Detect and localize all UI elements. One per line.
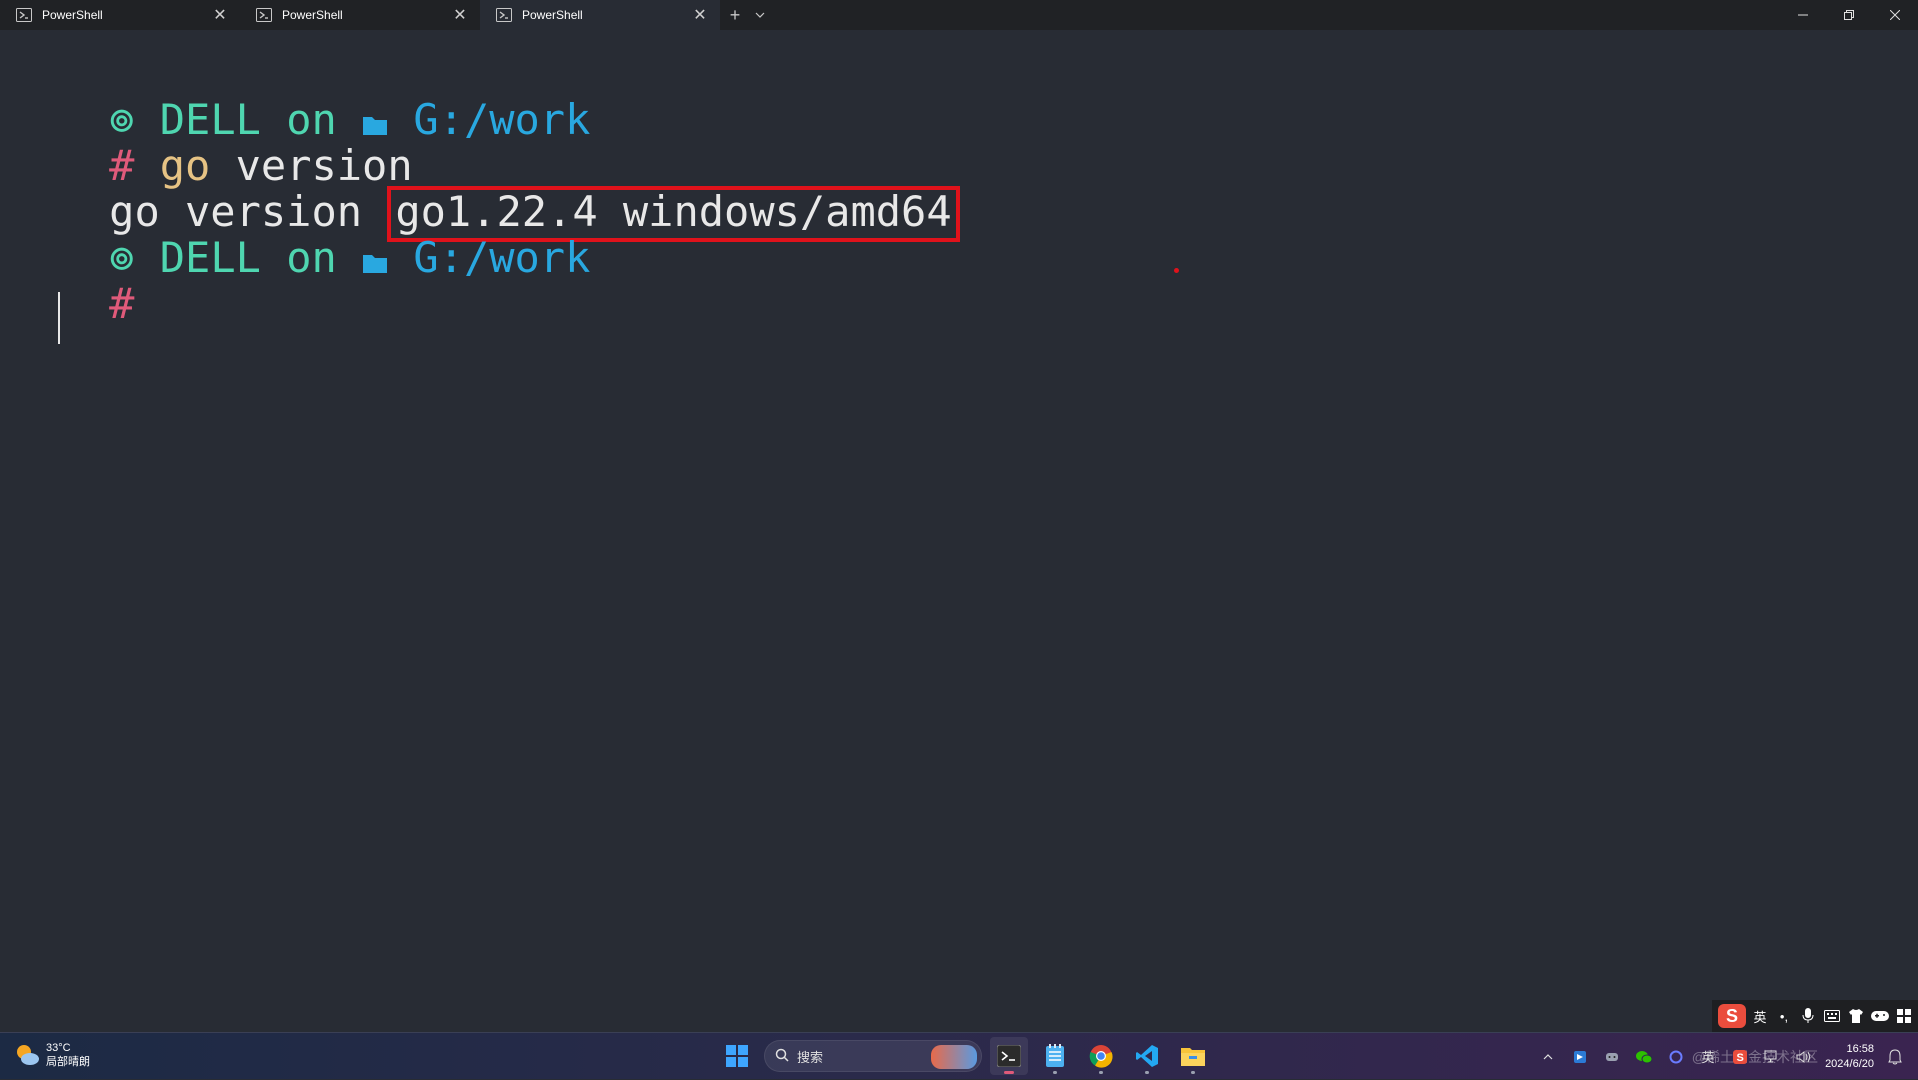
tab-powershell-2[interactable]: PowerShell ✕ — [240, 0, 480, 30]
window-controls — [1780, 0, 1918, 30]
prompt-line: ⊚ DELL on G:/work — [8, 42, 590, 144]
close-icon[interactable]: ✕ — [688, 3, 712, 27]
folder-icon — [1181, 1048, 1205, 1066]
notepad-icon — [1046, 1044, 1064, 1067]
tab-label: PowerShell — [282, 8, 343, 22]
vscode-icon — [1136, 1045, 1158, 1067]
tray-app-circle-icon[interactable] — [1661, 1042, 1691, 1072]
taskbar-search[interactable]: 搜索 — [764, 1040, 982, 1072]
search-highlight-image — [931, 1045, 977, 1069]
tab-powershell-3[interactable]: PowerShell ✕ — [480, 0, 720, 30]
restore-button[interactable] — [1826, 0, 1872, 30]
folder-icon — [362, 233, 388, 282]
close-icon[interactable]: ✕ — [208, 3, 232, 27]
text-cursor — [58, 292, 60, 344]
system-clock[interactable]: 16:58 2024/6/20 — [1821, 1042, 1878, 1072]
close-icon — [1890, 10, 1900, 20]
weather-widget[interactable]: 33°C 局部晴朗 — [14, 1041, 90, 1069]
chevron-down-icon — [755, 12, 765, 18]
weather-description: 局部晴朗 — [46, 1056, 90, 1068]
prompt-line: ⊚ DELL on G:/work — [8, 180, 590, 282]
tab-label: PowerShell — [42, 8, 103, 22]
svg-text:S: S — [1737, 1052, 1744, 1064]
terminal-output[interactable]: ⊚ DELL on G:/work # go version go versio… — [0, 30, 1918, 1030]
weather-temperature: 33°C — [46, 1042, 71, 1054]
ime-punctuation-toggle[interactable]: •, — [1774, 1004, 1794, 1028]
ime-language-toggle[interactable]: 英 — [1750, 1004, 1770, 1028]
keyboard-icon[interactable] — [1822, 1004, 1842, 1028]
terminal-app-button[interactable] — [990, 1037, 1028, 1075]
skin-icon[interactable] — [1846, 1004, 1866, 1028]
gamepad-icon[interactable] — [1870, 1004, 1890, 1028]
prompt-hash: # — [109, 279, 135, 328]
tab-label: PowerShell — [522, 8, 583, 22]
file-explorer-app-button[interactable] — [1174, 1037, 1212, 1075]
sogou-tray-icon[interactable]: S — [1725, 1042, 1755, 1072]
prompt-user: DELL — [159, 233, 261, 282]
tray-app-gamepad-icon[interactable] — [1597, 1042, 1627, 1072]
command-line: # go version — [8, 88, 412, 190]
terminal-icon — [997, 1045, 1021, 1067]
command-line: # — [8, 226, 134, 328]
chrome-app-button[interactable] — [1082, 1037, 1120, 1075]
weather-sunny-cloudy-icon — [14, 1042, 40, 1068]
close-icon[interactable]: ✕ — [448, 3, 472, 27]
prompt-on: on — [286, 233, 337, 282]
search-placeholder: 搜索 — [797, 1049, 824, 1065]
input-language-indicator[interactable]: 英 — [1693, 1042, 1723, 1072]
notification-bell-icon[interactable] — [1880, 1042, 1910, 1072]
menu-grid-icon[interactable] — [1894, 1004, 1914, 1028]
powershell-icon — [496, 8, 512, 22]
network-icon[interactable] — [1757, 1042, 1787, 1072]
system-tray: 英 S 16:58 2024/6/20 — [1533, 1033, 1918, 1080]
clock-date: 2024/6/20 — [1825, 1057, 1874, 1070]
taskbar-center: 搜索 — [718, 1037, 1212, 1075]
volume-icon[interactable] — [1789, 1042, 1819, 1072]
tab-powershell-1[interactable]: PowerShell ✕ — [0, 0, 240, 30]
minimize-button[interactable] — [1780, 0, 1826, 30]
sogou-logo-icon[interactable]: S — [1718, 1004, 1746, 1028]
notepad-app-button[interactable] — [1036, 1037, 1074, 1075]
wechat-icon[interactable] — [1629, 1042, 1659, 1072]
new-tab-button[interactable]: + — [720, 0, 750, 30]
tab-dropdown-button[interactable] — [750, 0, 770, 30]
ime-toolbar: S 英 •, — [1712, 1000, 1918, 1032]
windows-icon — [726, 1045, 748, 1067]
powershell-icon — [256, 8, 272, 22]
microphone-icon[interactable] — [1798, 1004, 1818, 1028]
search-icon — [775, 1048, 789, 1065]
clock-time: 16:58 — [1846, 1042, 1874, 1055]
chrome-icon — [1089, 1045, 1113, 1068]
vscode-app-button[interactable] — [1128, 1037, 1166, 1075]
powershell-icon — [16, 8, 32, 22]
tray-app-blue-icon[interactable] — [1565, 1042, 1595, 1072]
taskbar: 33°C 局部晴朗 搜索 @稀土掘金技术社区 英 S 16:58 2024/6/… — [0, 1032, 1918, 1079]
restore-icon — [1844, 10, 1854, 20]
start-button[interactable] — [718, 1037, 756, 1075]
title-bar: PowerShell ✕ PowerShell ✕ PowerShell ✕ + — [0, 0, 1918, 30]
tray-chevron-up-icon[interactable] — [1533, 1042, 1563, 1072]
minimize-icon — [1798, 14, 1808, 16]
prompt-path: G:/work — [413, 233, 591, 282]
close-window-button[interactable] — [1872, 0, 1918, 30]
red-dot-marker — [1174, 268, 1179, 273]
output-line: go version go1.22.4 windows/amd64 — [8, 134, 960, 242]
